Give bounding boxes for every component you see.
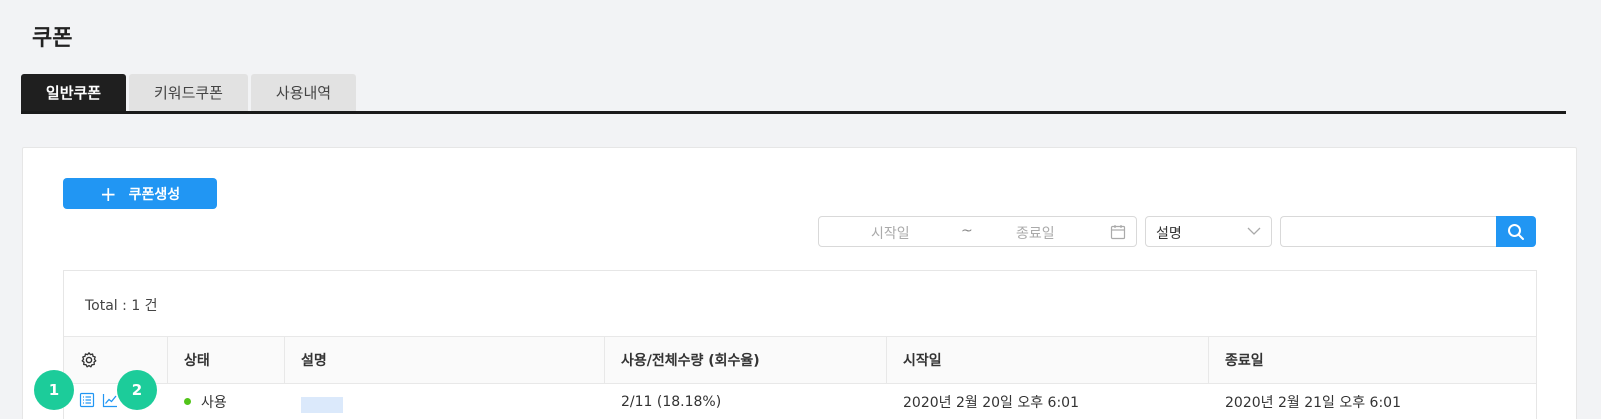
total-count: Total : 1 건 <box>85 298 158 314</box>
column-settings-header <box>64 337 168 383</box>
callout-badge-1: 1 <box>34 370 74 410</box>
end-date-cell: 2020년 2월 21일 오후 6:01 <box>1225 394 1401 411</box>
create-coupon-button[interactable]: + 쿠폰생성 <box>63 178 217 209</box>
column-header-start-date[interactable]: 시작일 <box>887 337 1209 383</box>
description-redacted <box>301 396 343 413</box>
description-cell <box>285 384 343 419</box>
create-coupon-label: 쿠폰생성 <box>128 186 181 203</box>
search-button[interactable] <box>1496 216 1536 247</box>
tab-keyword-coupon[interactable]: 키워드쿠폰 <box>129 74 248 111</box>
search-icon <box>1508 223 1524 240</box>
status-active-dot <box>184 398 191 405</box>
start-date-input[interactable]: 시작일 <box>871 223 910 243</box>
table-header: 상태 설명 사용/전체수량 (회수율) 시작일 종료일 <box>64 336 1536 384</box>
select-value: 설명 <box>1156 226 1182 242</box>
status-text: 사용 <box>201 394 227 411</box>
column-header-status[interactable]: 상태 <box>168 337 285 383</box>
calendar-icon <box>1110 225 1126 240</box>
tab-general-coupon[interactable]: 일반쿠폰 <box>21 74 126 111</box>
start-date-cell: 2020년 2월 20일 오후 6:01 <box>903 394 1079 411</box>
chevron-down-icon <box>1247 227 1261 235</box>
column-header-description[interactable]: 설명 <box>285 337 605 383</box>
table-row[interactable]: 사용 2/11 (18.18%) 2020년 2월 20일 오후 6:01 20… <box>64 384 1536 419</box>
callout-badge-2: 2 <box>117 370 157 410</box>
date-range-picker[interactable]: 시작일 ~ 종료일 <box>818 216 1137 247</box>
search-input[interactable] <box>1280 216 1497 247</box>
column-header-end-date[interactable]: 종료일 <box>1209 337 1536 383</box>
detail-list-icon[interactable] <box>79 392 95 408</box>
column-header-usage[interactable]: 사용/전체수량 (회수율) <box>605 337 887 383</box>
end-date-input[interactable]: 종료일 <box>1016 223 1055 243</box>
gear-icon[interactable] <box>80 351 98 369</box>
plus-icon: + <box>99 181 117 206</box>
usage-cell: 2/11 (18.18%) <box>621 393 722 410</box>
search-field-select[interactable]: 설명 <box>1145 216 1272 247</box>
date-separator: ~ <box>961 223 973 239</box>
page-title: 쿠폰 <box>32 26 73 51</box>
tab-usage-history[interactable]: 사용내역 <box>251 74 356 111</box>
line-chart-icon[interactable] <box>102 392 118 408</box>
status-cell: 사용 <box>168 384 227 419</box>
tab-bar: 일반쿠폰 키워드쿠폰 사용내역 <box>21 74 1566 114</box>
